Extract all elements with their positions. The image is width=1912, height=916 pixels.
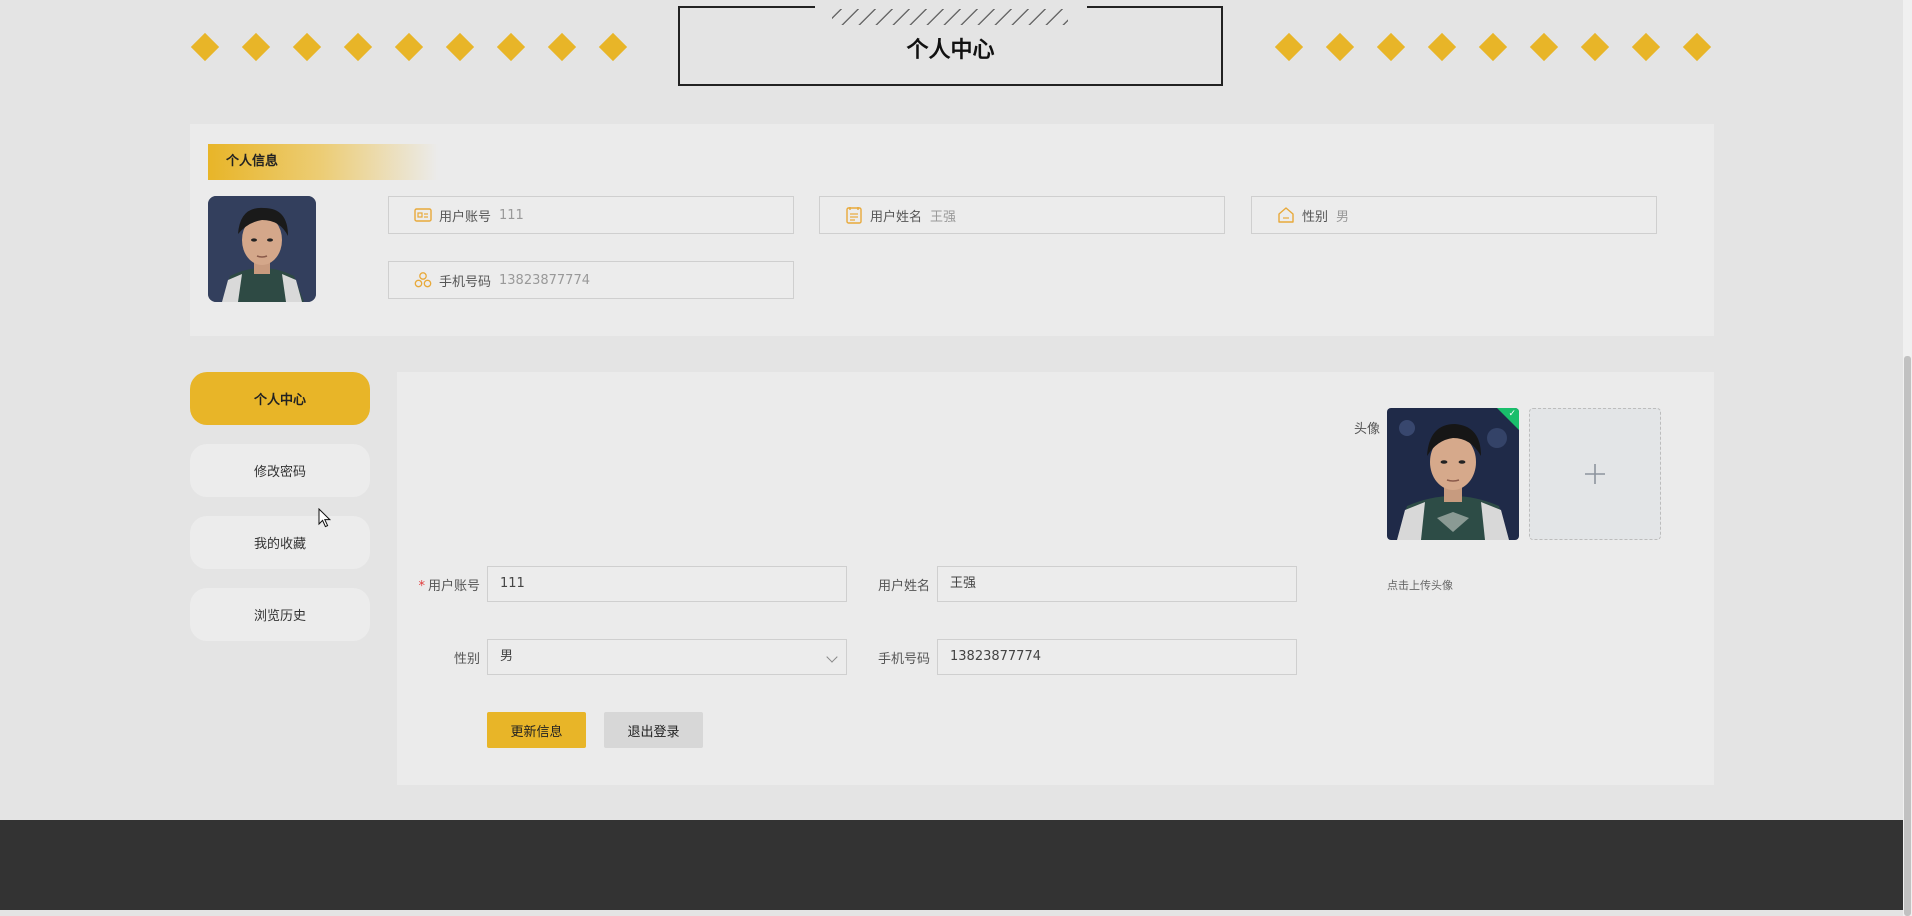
decor-diamond xyxy=(394,32,424,62)
info-field-label: 手机号码 xyxy=(439,274,492,290)
page-title: 个人中心 xyxy=(906,38,995,63)
decor-diamond xyxy=(343,32,373,62)
sidebar-item-label: 个人中心 xyxy=(253,393,306,408)
name-input[interactable]: 王强 xyxy=(937,566,1297,602)
info-field-value: 男 xyxy=(1336,209,1350,225)
chevron-down-icon xyxy=(826,651,838,663)
document-icon xyxy=(844,205,864,225)
hatch-decoration xyxy=(832,9,1068,25)
info-field-value: 13823877774 xyxy=(499,272,590,288)
scrollbar-thumb[interactable] xyxy=(1904,356,1911,916)
logout-button[interactable]: 退出登录 xyxy=(604,712,703,748)
sidebar-item-browse-history[interactable]: 浏览历史 xyxy=(190,588,370,641)
decor-diamond xyxy=(547,32,577,62)
page-title-box: 个人中心 xyxy=(678,5,1223,86)
account-label: * 用户账号 xyxy=(418,579,480,594)
sidebar-item-personal-center[interactable]: 个人中心 xyxy=(190,372,370,425)
id-card-icon xyxy=(413,205,433,225)
decor-diamond xyxy=(1631,32,1661,62)
account-input[interactable]: 111 xyxy=(487,566,847,602)
avatar xyxy=(208,196,316,302)
gender-label: 性别 xyxy=(453,652,480,667)
footer xyxy=(0,820,1903,910)
info-field-account: 用户账号 111 xyxy=(388,196,794,234)
decor-diamond xyxy=(292,32,322,62)
mouse-cursor-icon xyxy=(318,508,332,528)
phone-input[interactable]: 13823877774 xyxy=(937,639,1297,675)
plus-icon xyxy=(1585,464,1605,484)
sidebar-item-label: 我的收藏 xyxy=(253,537,306,552)
decor-diamond xyxy=(1325,32,1355,62)
phone-icon xyxy=(413,270,433,290)
update-info-button[interactable]: 更新信息 xyxy=(487,712,586,748)
info-field-label: 性别 xyxy=(1302,209,1329,225)
gender-select-value: 男 xyxy=(500,649,514,664)
scrollbar[interactable] xyxy=(1903,0,1912,916)
decor-diamond xyxy=(1427,32,1457,62)
info-field-label: 用户账号 xyxy=(439,209,492,225)
decor-diamond xyxy=(241,32,271,62)
avatar-preview[interactable]: ✓ xyxy=(1387,408,1519,540)
decor-diamond xyxy=(1376,32,1406,62)
decor-diamond xyxy=(1529,32,1559,62)
required-asterisk: * xyxy=(418,579,425,594)
decor-diamond xyxy=(1274,32,1304,62)
info-field-value: 111 xyxy=(499,207,524,223)
avatar-label: 头像 xyxy=(1353,422,1380,437)
decor-diamond xyxy=(1478,32,1508,62)
decor-diamond xyxy=(1682,32,1712,62)
avatar-upload-button[interactable] xyxy=(1529,408,1661,540)
decor-diamond xyxy=(496,32,526,62)
check-icon: ✓ xyxy=(1508,409,1516,419)
sidebar-item-label: 浏览历史 xyxy=(253,609,306,624)
phone-label: 手机号码 xyxy=(877,652,930,667)
decor-diamond xyxy=(445,32,475,62)
decor-diamond xyxy=(1580,32,1610,62)
info-field-name: 用户姓名 王强 xyxy=(819,196,1225,234)
info-field-gender: 性别 男 xyxy=(1251,196,1657,234)
info-field-phone: 手机号码 13823877774 xyxy=(388,261,794,299)
info-field-value: 王强 xyxy=(930,209,957,225)
decor-diamond xyxy=(598,32,628,62)
gender-select[interactable]: 男 xyxy=(487,639,847,675)
sidebar-item-label: 修改密码 xyxy=(253,465,306,480)
sidebar-item-change-password[interactable]: 修改密码 xyxy=(190,444,370,497)
sidebar-item-my-favorites[interactable]: 我的收藏 xyxy=(190,516,370,569)
info-section-tag: 个人信息 xyxy=(208,144,438,180)
upload-hint: 点击上传头像 xyxy=(1387,579,1453,592)
name-label: 用户姓名 xyxy=(877,579,930,594)
home-icon xyxy=(1276,205,1296,225)
info-field-label: 用户姓名 xyxy=(870,209,923,225)
decor-diamond xyxy=(190,32,220,62)
user-info-panel: 个人信息 用户账号 111 用户姓名 王强 性别 男 手机号码 13823877… xyxy=(190,124,1714,336)
